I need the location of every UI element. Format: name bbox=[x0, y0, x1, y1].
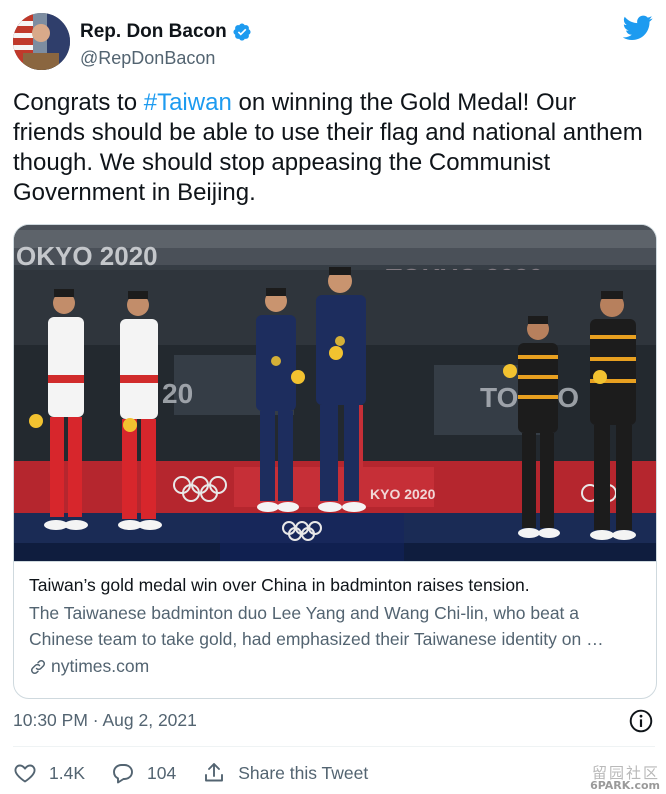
reply-icon bbox=[113, 764, 133, 784]
tweet-timestamp[interactable]: 10:30 PM · Aug 2, 2021 bbox=[13, 710, 197, 731]
tweet-text-before: Congrats to bbox=[13, 89, 144, 116]
board-left-text: 20 bbox=[162, 378, 193, 409]
link-icon bbox=[30, 659, 46, 674]
banner-left-text: OKYO 2020 bbox=[16, 241, 158, 271]
tweet-actions: 1.4K 104 Share this Tweet bbox=[13, 760, 394, 786]
twitter-bird-icon[interactable] bbox=[623, 15, 653, 41]
reply-button[interactable]: 104 bbox=[111, 761, 176, 785]
card-domain-text[interactable]: nytimes.com bbox=[51, 656, 149, 677]
share-label: Share this Tweet bbox=[238, 762, 369, 783]
heart-icon bbox=[14, 764, 36, 783]
info-icon[interactable] bbox=[628, 708, 654, 734]
link-card[interactable]: OKYO 2020 TOKYO 2020 20 TOKYO KYO 2020 bbox=[13, 224, 657, 699]
verified-badge-icon bbox=[233, 23, 251, 41]
card-image[interactable]: OKYO 2020 TOKYO 2020 20 TOKYO KYO 2020 bbox=[14, 225, 656, 561]
card-domain[interactable]: nytimes.com bbox=[29, 656, 149, 677]
author-avatar[interactable] bbox=[13, 13, 70, 70]
tweet-header: Rep. Don Bacon @RepDonBacon bbox=[13, 13, 653, 75]
reply-count: 104 bbox=[147, 762, 177, 783]
share-icon bbox=[205, 763, 224, 782]
card-title[interactable]: Taiwan’s gold medal win over China in ba… bbox=[29, 575, 530, 596]
hashtag-link[interactable]: #Taiwan bbox=[144, 89, 232, 116]
author-handle[interactable]: @RepDonBacon bbox=[80, 48, 215, 69]
share-button[interactable]: Share this Tweet bbox=[202, 761, 368, 785]
tweet-text: Congrats to #Taiwan on winning the Gold … bbox=[13, 88, 643, 208]
like-count: 1.4K bbox=[49, 762, 85, 783]
card-description: The Taiwanese badminton duo Lee Yang and… bbox=[29, 603, 604, 649]
watermark-domain: 6PARK.com bbox=[590, 779, 660, 792]
author-name[interactable]: Rep. Don Bacon bbox=[80, 21, 227, 43]
actions-divider bbox=[13, 746, 655, 747]
like-button[interactable]: 1.4K bbox=[13, 761, 85, 785]
card-body[interactable]: Taiwan’s gold medal win over China in ba… bbox=[14, 561, 656, 698]
board-center-text: KYO 2020 bbox=[370, 486, 436, 502]
